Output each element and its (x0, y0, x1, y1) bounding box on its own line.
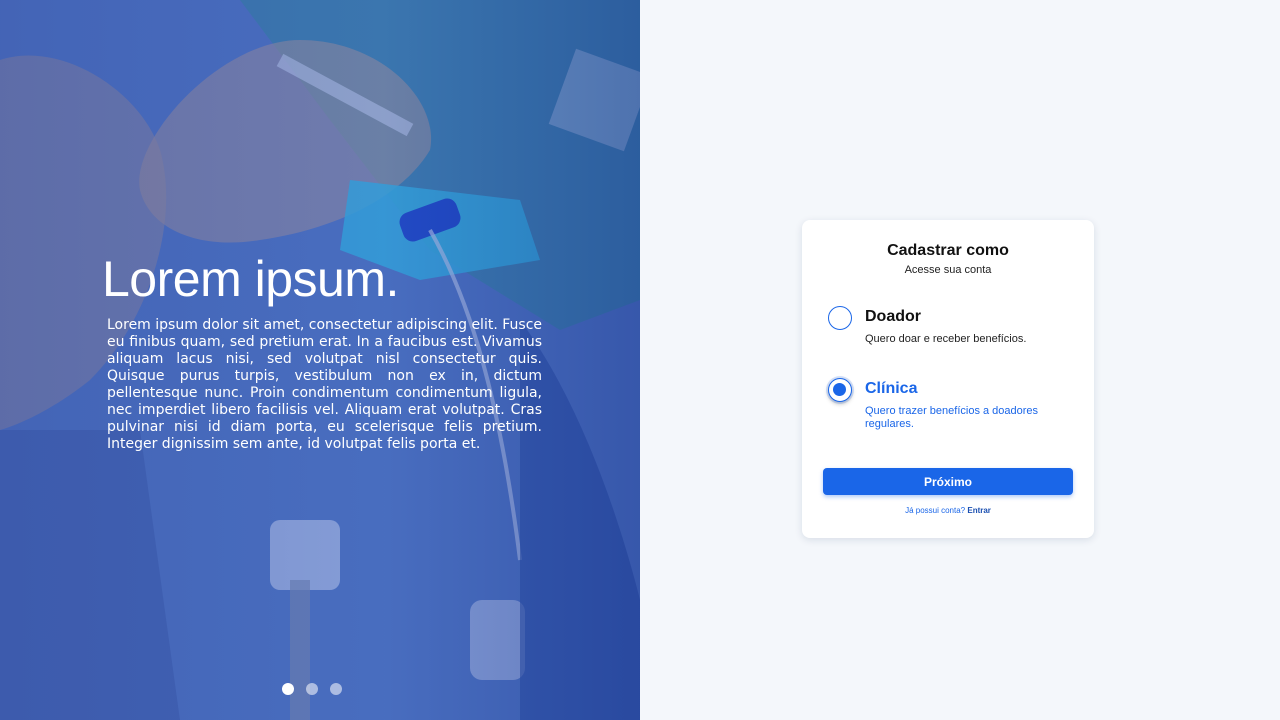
radio-doador[interactable] (828, 306, 852, 330)
hero-panel: Lorem ipsum. Lorem ipsum dolor sit amet,… (0, 0, 640, 720)
hero-description: Lorem ipsum dolor sit amet, consectetur … (107, 317, 542, 452)
carousel-dot-3[interactable] (330, 683, 342, 695)
carousel-dot-1[interactable] (282, 683, 294, 695)
radio-clinica-selected-dot (833, 383, 846, 396)
radio-clinica[interactable] (828, 378, 852, 402)
card-title: Cadastrar como (887, 242, 1009, 259)
login-prompt: Já possui conta? Entrar (802, 506, 1094, 515)
signup-type-card: Cadastrar como Acesse sua conta Doador Q… (802, 220, 1094, 538)
hero-title: Lorem ipsum. (102, 251, 399, 307)
carousel-dot-2[interactable] (306, 683, 318, 695)
option-clinica-description: Quero trazer benefícios a doadores regul… (865, 405, 1039, 430)
option-doador-description: Quero doar e receber benefícios. (865, 333, 1027, 345)
option-doador-label: Doador (865, 308, 921, 325)
carousel-dots (282, 683, 342, 695)
login-link[interactable]: Entrar (967, 506, 991, 515)
card-subtitle: Acesse sua conta (904, 264, 992, 276)
option-clinica-label: Clínica (865, 380, 918, 397)
next-button[interactable]: Próximo (823, 468, 1073, 495)
login-prompt-text: Já possui conta? (905, 506, 966, 515)
